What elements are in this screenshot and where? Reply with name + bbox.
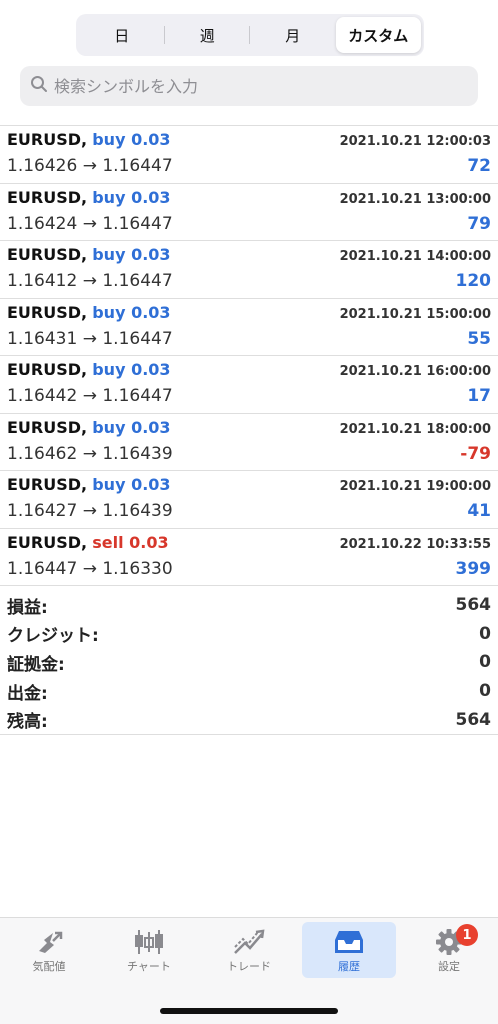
trade-symbol: EURUSD,	[7, 187, 88, 207]
trade-row[interactable]: EURUSD, buy 0.03 2021.10.21 13:00:00 1.16…	[0, 184, 498, 241]
tab-history[interactable]: 履歴	[302, 922, 396, 978]
search-bar	[20, 66, 478, 106]
chart-icon	[132, 928, 166, 956]
tab-chart-label: チャート	[127, 960, 171, 973]
tab-settings[interactable]: 設定 1	[402, 922, 496, 978]
trade-profit: -79	[460, 443, 491, 464]
tab-settings-label: 設定	[438, 960, 460, 973]
tab-quotes[interactable]: 気配値	[2, 922, 96, 978]
tab-custom[interactable]: カスタム	[335, 17, 421, 53]
summary-label: 証拠金:	[7, 654, 65, 675]
summary-value: 564	[455, 709, 492, 730]
trade-symbol: EURUSD,	[7, 417, 88, 437]
tab-month[interactable]: 月	[250, 17, 336, 53]
trade-profit: 72	[467, 156, 491, 176]
trade-side: buy 0.03	[92, 475, 171, 494]
tab-week-label: 週	[199, 26, 215, 45]
tab-history-label: 履歴	[338, 960, 360, 973]
trade-prices: 1.16427 → 1.16439	[7, 501, 173, 521]
trade-row[interactable]: EURUSD, buy 0.03 2021.10.21 15:00:00 1.16…	[0, 299, 498, 356]
period-segmented-control: 日 週 月 カスタム	[76, 14, 424, 56]
tab-trade[interactable]: トレード	[202, 922, 296, 978]
summary-balance: 残高: 564	[7, 705, 491, 734]
trade-time: 2021.10.21 19:00:00	[339, 479, 491, 494]
trade-profit: 17	[467, 386, 491, 406]
trade-row[interactable]: EURUSD, sell 0.03 2021.10.22 10:33:55 1.1…	[0, 529, 498, 586]
summary-deposit: 証拠金: 0	[7, 648, 491, 677]
trade-time: 2021.10.21 15:00:00	[339, 306, 491, 322]
trade-prices: 1.16424 → 1.16447	[7, 213, 173, 234]
trade-side: buy 0.03	[92, 130, 171, 149]
history-summary: 損益: 564 クレジット: 0 証拠金: 0 出金: 0 残高: 564	[0, 591, 498, 735]
trade-side: buy 0.03	[92, 417, 171, 437]
trade-time: 2021.10.21 14:00:00	[339, 249, 491, 264]
trade-prices: 1.16412 → 1.16447	[7, 271, 173, 291]
trade-prices: 1.16431 → 1.16447	[7, 328, 173, 349]
trade-prices: 1.16447 → 1.16330	[7, 558, 173, 579]
tab-custom-label: カスタム	[348, 26, 409, 45]
home-indicator[interactable]	[160, 1008, 338, 1014]
trade-row[interactable]: EURUSD, buy 0.03 2021.10.21 16:00:00 1.16…	[0, 356, 498, 414]
trade-profit: 55	[467, 328, 491, 349]
tab-quotes-label: 気配値	[32, 960, 66, 973]
trade-time: 2021.10.22 10:33:55	[339, 536, 491, 552]
summary-label: 損益:	[7, 597, 48, 618]
trade-prices: 1.16426 → 1.16447	[7, 156, 173, 176]
summary-label: 残高:	[7, 712, 48, 733]
trade-side: sell 0.03	[92, 532, 169, 552]
trade-symbol: EURUSD,	[7, 532, 88, 552]
trade-profit: 399	[455, 558, 492, 579]
trade-row[interactable]: EURUSD, buy 0.03 2021.10.21 12:00:03 1.16…	[0, 126, 498, 184]
tab-day-label: 日	[114, 26, 130, 45]
summary-value: 564	[455, 595, 492, 616]
trade-time: 2021.10.21 12:00:03	[339, 134, 491, 149]
history-icon	[332, 928, 366, 956]
summary-label: 出金:	[7, 683, 48, 704]
summary-profit: 損益: 564	[7, 591, 491, 620]
summary-label: クレジット:	[7, 626, 99, 647]
trade-time: 2021.10.21 13:00:00	[339, 191, 491, 207]
search-icon	[30, 75, 48, 97]
tab-trade-label: トレード	[227, 960, 271, 973]
trade-time: 2021.10.21 16:00:00	[339, 364, 491, 379]
summary-value: 0	[479, 623, 491, 644]
trade-profit: 41	[467, 501, 491, 521]
tab-chart[interactable]: チャート	[102, 922, 196, 978]
trade-side: buy 0.03	[92, 245, 171, 264]
trade-side: buy 0.03	[92, 302, 171, 322]
trade-row[interactable]: EURUSD, buy 0.03 2021.10.21 18:00:00 1.16…	[0, 414, 498, 471]
trade-history-list: EURUSD, buy 0.03 2021.10.21 12:00:03 1.16…	[0, 125, 498, 586]
trade-icon	[232, 928, 266, 956]
trade-row[interactable]: EURUSD, buy 0.03 2021.10.21 14:00:00 1.16…	[0, 241, 498, 299]
trade-symbol: EURUSD,	[7, 475, 88, 494]
tab-week[interactable]: 週	[165, 17, 251, 53]
search-input[interactable]	[54, 76, 454, 96]
summary-withdrawal: 出金: 0	[7, 677, 491, 706]
trade-row[interactable]: EURUSD, buy 0.03 2021.10.21 19:00:00 1.16…	[0, 471, 498, 529]
trade-prices: 1.16442 → 1.16447	[7, 386, 173, 406]
trade-symbol: EURUSD,	[7, 245, 88, 264]
summary-value: 0	[479, 681, 491, 702]
notification-badge: 1	[456, 924, 478, 946]
trade-time: 2021.10.21 18:00:00	[339, 421, 491, 437]
trade-profit: 79	[467, 213, 491, 234]
summary-value: 0	[479, 652, 491, 673]
tab-day[interactable]: 日	[79, 17, 165, 53]
tab-month-label: 月	[285, 26, 301, 45]
quotes-icon	[32, 928, 66, 956]
summary-credit: クレジット: 0	[7, 620, 491, 649]
trade-side: buy 0.03	[92, 187, 171, 207]
trade-profit: 120	[455, 271, 492, 291]
trade-prices: 1.16462 → 1.16439	[7, 443, 173, 464]
trade-symbol: EURUSD,	[7, 130, 88, 149]
trade-symbol: EURUSD,	[7, 302, 88, 322]
trade-side: buy 0.03	[92, 360, 171, 379]
trade-symbol: EURUSD,	[7, 360, 88, 379]
